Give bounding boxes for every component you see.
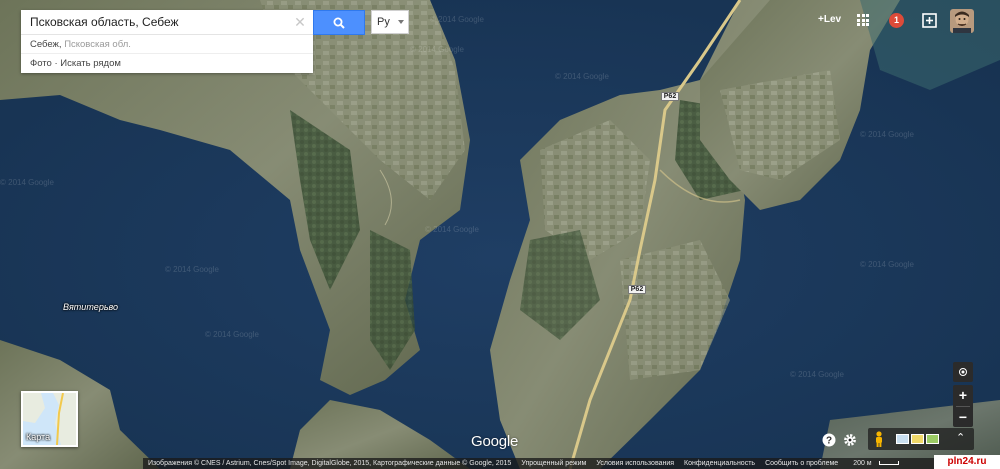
simplified-mode-link[interactable]: Упрощенный режим: [516, 460, 591, 467]
avatar[interactable]: [950, 9, 974, 33]
language-label: Ру: [377, 16, 390, 28]
imagery-watermark: © 2014 Google: [165, 265, 219, 274]
my-location-icon: [959, 368, 967, 376]
suggestion-primary: Себеж,: [30, 39, 62, 50]
road-shield-r62: Р62: [661, 92, 679, 101]
imagery-watermark: © 2014 Google: [425, 225, 479, 234]
photo-thumb[interactable]: [911, 434, 924, 444]
svg-text:?: ?: [826, 436, 832, 447]
imagery-watermark: © 2014 Google: [205, 330, 259, 339]
language-select[interactable]: Ру: [371, 10, 409, 34]
map-type-switcher[interactable]: Карта: [21, 391, 78, 447]
map-footer: Изображения © CNES / Astrium, Cnes/Spot …: [143, 458, 1000, 469]
scale-line: [878, 461, 899, 465]
imagery-watermark: © 2014 Google: [430, 15, 484, 24]
zoom-out-button[interactable]: −: [953, 407, 973, 428]
minimap-label: Карта: [26, 432, 51, 442]
zoom-control: + −: [953, 385, 973, 427]
chevron-up-icon[interactable]: ⌃: [956, 431, 965, 444]
imagery-watermark: © 2014 Google: [860, 130, 914, 139]
gear-icon[interactable]: [843, 433, 857, 447]
site-watermark: pln24.ru: [934, 455, 1000, 469]
scale-bar[interactable]: 200 м: [843, 460, 903, 467]
street-view-tray: ⌃: [868, 428, 974, 450]
imagery-watermark: © 2014 Google: [555, 72, 609, 81]
search-input[interactable]: [21, 11, 291, 33]
search-panel: ✕ Себеж, Псковская обл. Фото · Искать ря…: [21, 10, 313, 73]
google-logo: Google: [471, 433, 519, 450]
place-label[interactable]: Вятитерьво: [63, 302, 118, 312]
suggestion-item[interactable]: Себеж, Псковская обл.: [21, 35, 313, 54]
search-icon: [333, 17, 345, 29]
apps-grid-icon[interactable]: [857, 14, 869, 26]
terms-link[interactable]: Условия использования: [591, 460, 679, 467]
imagery-watermark: © 2014 Google: [790, 370, 844, 379]
search-button[interactable]: [313, 10, 365, 35]
chevron-down-icon: [398, 20, 404, 24]
scale-label: 200 м: [853, 460, 872, 467]
notification-badge[interactable]: 1: [889, 13, 904, 28]
help-icon[interactable]: ?: [822, 433, 836, 447]
search-row: ✕: [21, 10, 313, 35]
search-nearby-link[interactable]: Фото · Искать рядом: [21, 54, 313, 73]
add-box-icon[interactable]: [922, 13, 937, 28]
privacy-link[interactable]: Конфиденциальность: [679, 460, 760, 467]
imagery-credit: Изображения © CNES / Astrium, Cnes/Spot …: [148, 460, 512, 467]
road-shield-r62: Р62: [628, 285, 646, 294]
zoom-in-button[interactable]: +: [953, 385, 973, 406]
imagery-watermark: © 2014 Google: [0, 178, 54, 187]
report-problem-link[interactable]: Сообщить о проблеме: [760, 460, 843, 467]
my-location-button[interactable]: [953, 362, 973, 382]
imagery-watermark: © 2014 Google: [410, 45, 464, 54]
suggestion-secondary: Псковская обл.: [64, 39, 131, 50]
photo-thumbnails[interactable]: [896, 434, 939, 444]
pegman-icon[interactable]: [874, 431, 884, 447]
user-profile-link[interactable]: +Lev: [818, 14, 841, 25]
photo-thumb[interactable]: [926, 434, 939, 444]
clear-search-icon[interactable]: ✕: [291, 14, 309, 31]
photo-thumb[interactable]: [896, 434, 909, 444]
imagery-watermark: © 2014 Google: [860, 260, 914, 269]
